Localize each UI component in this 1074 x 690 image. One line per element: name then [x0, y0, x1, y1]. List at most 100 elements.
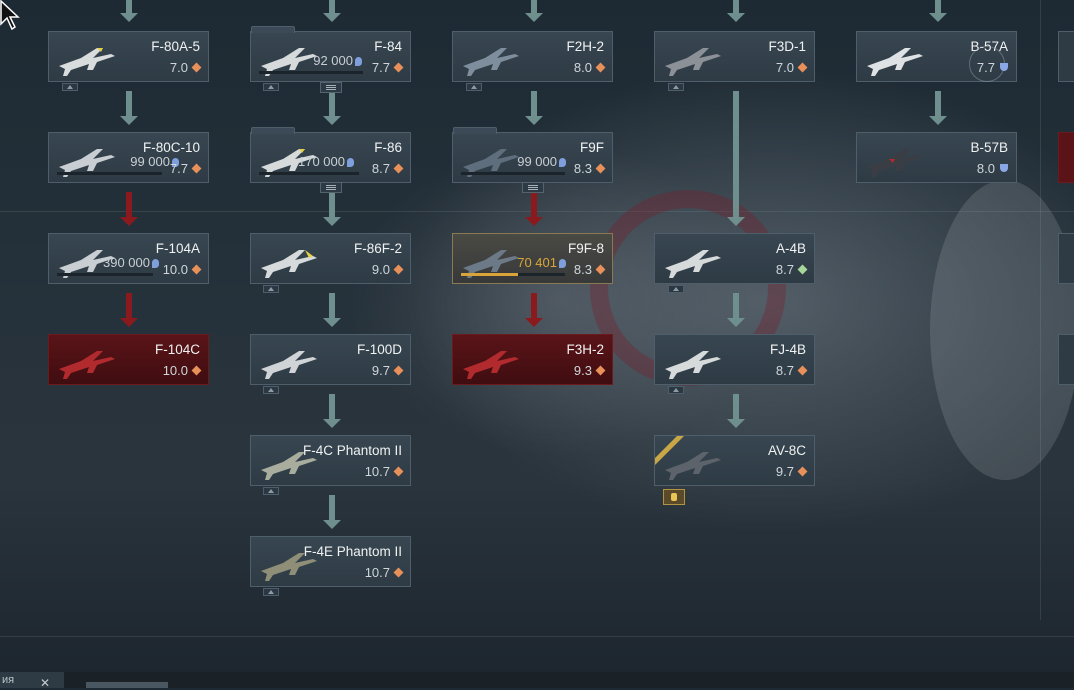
battle-rating: 9.7 [372, 363, 404, 378]
vehicle-card-f86[interactable]: F-86 170 000 8.7 [250, 127, 411, 183]
expand-tab-icon[interactable] [466, 83, 482, 91]
vehicle-name: F-100D [356, 342, 402, 357]
vehicle-card-f104c[interactable]: F-104C 10.0 [48, 334, 209, 385]
vehicle-card-f2h2[interactable]: F2H-2 8.0 [452, 31, 613, 82]
tree-arrow [727, 394, 745, 428]
aircraft-icon [665, 250, 721, 278]
air-mode-icon [393, 62, 404, 73]
battle-rating: 8.7 [776, 262, 808, 277]
research-progress-bar [57, 273, 153, 276]
tree-arrow [323, 192, 341, 226]
vehicle-card-av8c[interactable]: AV-8C 9.7 [654, 435, 815, 486]
battle-rating: 7.0 [776, 60, 808, 75]
vehicle-name: B-57B [970, 140, 1008, 155]
vehicle-card-f86f2[interactable]: F-86F-2 9.0 [250, 233, 411, 284]
air-mode-icon [393, 365, 404, 376]
expand-tab-icon[interactable] [263, 285, 279, 293]
vehicle-card-f9f8[interactable]: F9F-8 70 401 8.3 [452, 233, 613, 284]
battle-rating: 9.0 [372, 262, 404, 277]
battle-rating: 10.0 [163, 262, 202, 277]
air-mode-icon [595, 62, 606, 73]
expand-tab-icon[interactable] [668, 386, 684, 394]
group-list-button[interactable] [320, 182, 342, 193]
tree-arrow [525, 91, 543, 125]
battle-rating: 10.0 [163, 363, 202, 378]
aircraft-icon [463, 351, 519, 379]
bottom-tab[interactable]: ия [0, 672, 64, 688]
battle-rating: 7.7 [372, 60, 404, 75]
battle-rating: 8.0 [977, 161, 1008, 176]
tree-arrow [727, 293, 745, 327]
air-mode-icon [191, 163, 202, 174]
expand-tab-icon[interactable] [62, 83, 78, 91]
battle-rating: 9.3 [574, 363, 606, 378]
expand-tab-icon[interactable] [668, 83, 684, 91]
partial-vehicle-card[interactable] [1058, 334, 1074, 385]
vehicle-card-a4b[interactable]: A-4B 8.7 [654, 233, 815, 284]
partial-vehicle-card[interactable] [1058, 233, 1074, 284]
vehicle-card-f4c[interactable]: F-4C Phantom II 10.7 [250, 435, 411, 486]
battle-rating: 8.0 [574, 60, 606, 75]
vehicle-card-f3d1[interactable]: F3D-1 7.0 [654, 31, 815, 82]
mouse-cursor-icon [0, 0, 20, 31]
rp-icon [152, 259, 159, 268]
air-mode-icon [191, 365, 202, 376]
air-mode-icon [191, 62, 202, 73]
air-mode-icon [797, 365, 808, 376]
tree-arrow [929, 0, 947, 22]
vehicle-card-f80c10[interactable]: F-80C-10 99 000 7.7 [48, 132, 209, 183]
expand-tab-icon[interactable] [668, 285, 684, 293]
vehicle-card-f100d[interactable]: F-100D 9.7 [250, 334, 411, 385]
research-progress-bar [57, 172, 162, 175]
vehicle-card-f4e[interactable]: F-4E Phantom II 10.7 [250, 536, 411, 587]
vehicle-name: F9F-8 [567, 241, 604, 256]
vehicle-card-f80a5[interactable]: F-80A-5 7.0 [48, 31, 209, 82]
aircraft-icon [261, 250, 317, 278]
vehicle-card-f3h2[interactable]: F3H-2 9.3 [452, 334, 613, 385]
vehicle-card-b57a[interactable]: B-57A 7.7 [856, 31, 1017, 82]
air-mode-icon [393, 264, 404, 275]
expand-tab-icon[interactable] [263, 487, 279, 495]
air-mode-icon [393, 163, 404, 174]
bomber-mode-icon [1000, 63, 1008, 71]
battle-rating: 10.7 [365, 565, 404, 580]
vehicle-name: F3D-1 [768, 39, 806, 54]
partial-vehicle-card[interactable] [1058, 132, 1074, 183]
vehicle-card-f84[interactable]: F-84 92 000 7.7 [250, 26, 411, 82]
expand-tab-icon[interactable] [263, 588, 279, 596]
battle-rating: 9.7 [776, 464, 808, 479]
tree-arrow [120, 0, 138, 22]
aircraft-icon [867, 48, 923, 76]
battle-rating: 8.7 [776, 363, 808, 378]
vehicle-name: F-86F-2 [353, 241, 402, 256]
attacker-mode-icon [797, 264, 808, 275]
vehicle-name: F-4C Phantom II [302, 443, 402, 458]
aircraft-icon [463, 48, 519, 76]
research-progress-bar [259, 172, 359, 175]
expand-tab-icon[interactable] [263, 83, 279, 91]
bottom-scroll-strip[interactable] [86, 682, 168, 688]
bg-divider-line [0, 636, 1074, 637]
tree-arrow [323, 293, 341, 327]
aircraft-icon [665, 48, 721, 76]
bg-aircraft-nose [930, 180, 1074, 480]
research-progress-bar [461, 172, 565, 175]
vehicle-card-f104a[interactable]: F-104A 390 000 10.0 [48, 233, 209, 284]
air-mode-icon [393, 567, 404, 578]
vehicle-card-fj4b[interactable]: FJ-4B 8.7 [654, 334, 815, 385]
expand-tab-icon[interactable] [263, 386, 279, 394]
partial-vehicle-card[interactable] [1058, 31, 1074, 82]
vehicle-card-b57b[interactable]: B-57B 8.0 [856, 132, 1017, 183]
group-list-button[interactable] [320, 82, 342, 93]
tree-arrow-locked [525, 293, 543, 327]
vehicle-card-f9f[interactable]: F9F 99 000 8.3 [452, 127, 613, 183]
research-progress-bar [259, 71, 363, 74]
air-mode-icon [595, 365, 606, 376]
vehicle-name: F3H-2 [566, 342, 604, 357]
aircraft-icon [59, 48, 115, 76]
bomber-mode-icon [1000, 164, 1008, 172]
group-list-button[interactable] [522, 182, 544, 193]
vehicle-name: F2H-2 [566, 39, 604, 54]
battle-rating: 8.3 [574, 161, 606, 176]
tree-arrow [929, 91, 947, 125]
